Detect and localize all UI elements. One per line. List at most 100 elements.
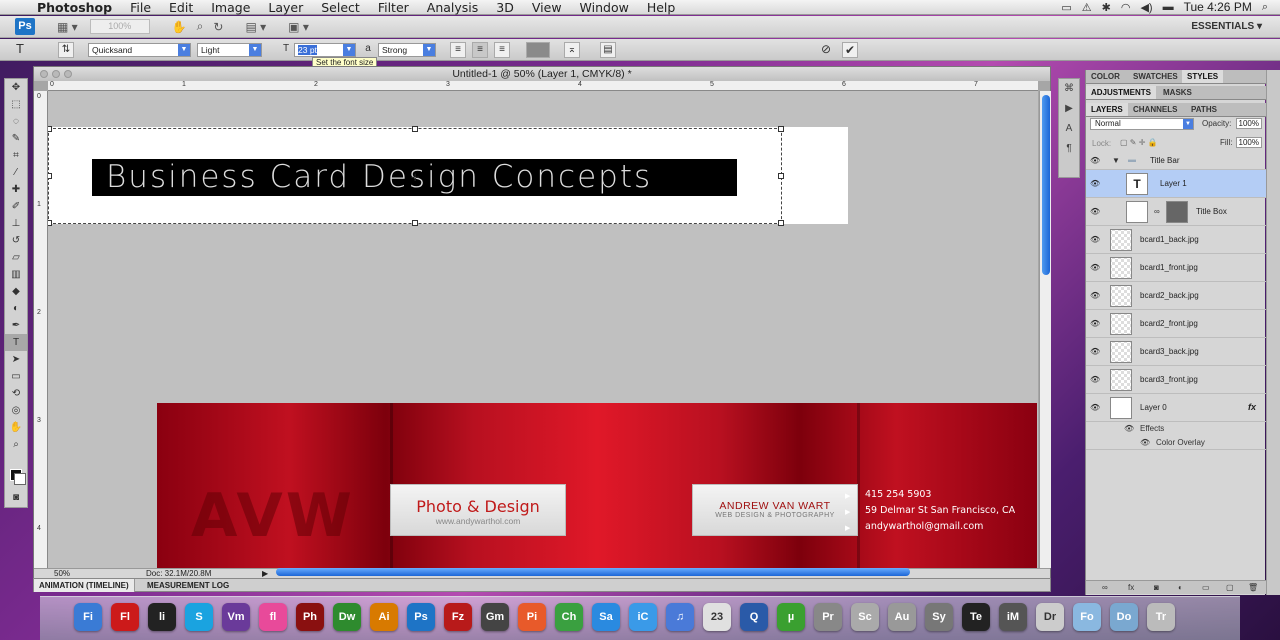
- layer-row[interactable]: 👁 bcard1_back.jpg: [1086, 226, 1266, 254]
- cancel-edits-icon[interactable]: ⊘: [818, 42, 834, 58]
- new-layer-icon[interactable]: ▢: [1226, 583, 1234, 592]
- menu-image[interactable]: Image: [202, 0, 259, 15]
- add-style-icon[interactable]: fx: [1128, 583, 1134, 592]
- transform-handle[interactable]: [412, 126, 418, 132]
- font-size-select[interactable]: 23 pt ▼: [294, 43, 356, 57]
- menu-select[interactable]: Select: [312, 0, 369, 15]
- commit-edits-icon[interactable]: ✔: [842, 42, 858, 58]
- automator-icon[interactable]: Au: [888, 603, 916, 631]
- adjustment-layer-icon[interactable]: ◐: [1178, 583, 1183, 592]
- horizontal-ruler[interactable]: 0 1 2 3 4 5 6 7: [48, 81, 1038, 91]
- live-icon[interactable]: li: [148, 603, 176, 631]
- quick-mask-icon[interactable]: ◙: [5, 489, 27, 506]
- brush-tool-icon[interactable]: ✐: [5, 198, 27, 215]
- tab-swatches[interactable]: SWATCHES: [1128, 70, 1183, 83]
- trash-icon[interactable]: Tr: [1147, 603, 1175, 631]
- eye-icon[interactable]: 👁: [1090, 179, 1102, 189]
- pinwheel-icon[interactable]: Pi: [518, 603, 546, 631]
- text-color-swatch[interactable]: [526, 42, 550, 58]
- system-prefs-icon[interactable]: Sy: [925, 603, 953, 631]
- filezilla-icon[interactable]: Fz: [444, 603, 472, 631]
- bluetooth-icon[interactable]: ✱: [1102, 1, 1111, 14]
- drive-icon[interactable]: Dr: [1036, 603, 1064, 631]
- transform-handle[interactable]: [48, 220, 52, 226]
- tab-color[interactable]: COLOR: [1086, 70, 1125, 83]
- eyedropper-tool-icon[interactable]: ⁄: [5, 164, 27, 181]
- 3d-rotate-tool-icon[interactable]: ⟲: [5, 385, 27, 402]
- transform-handle[interactable]: [778, 126, 784, 132]
- eye-icon[interactable]: 👁: [1140, 438, 1150, 447]
- battery-icon[interactable]: ▬: [1163, 1, 1174, 13]
- photo-booth-icon[interactable]: Ph: [296, 603, 324, 631]
- battery-status-icon[interactable]: ▭: [1061, 1, 1071, 14]
- transform-handle[interactable]: [48, 126, 52, 132]
- spotlight-search-icon[interactable]: ⌕: [1262, 1, 1268, 14]
- font-style-select[interactable]: Light ▼: [197, 43, 262, 57]
- eye-icon[interactable]: 👁: [1090, 263, 1102, 273]
- transform-bounding-box[interactable]: ✛: [48, 126, 784, 226]
- layer-row[interactable]: 👁 T Layer 1: [1086, 170, 1266, 198]
- ichat-icon[interactable]: iC: [629, 603, 657, 631]
- menu-3d[interactable]: 3D: [487, 0, 523, 15]
- pen-tool-icon[interactable]: ✒: [5, 317, 27, 334]
- 3d-orbit-tool-icon[interactable]: ◎: [5, 402, 27, 419]
- horizontal-scrollbar[interactable]: [260, 567, 1030, 577]
- quick-select-tool-icon[interactable]: ✎: [5, 130, 27, 147]
- calendar-icon[interactable]: 23: [703, 603, 731, 631]
- vmware-icon[interactable]: Vm: [222, 603, 250, 631]
- tab-measurement-log[interactable]: MEASUREMENT LOG: [142, 579, 234, 592]
- layer-row[interactable]: 👁 bcard2_back.jpg: [1086, 282, 1266, 310]
- vertical-ruler[interactable]: 0 1 2 3 4: [34, 91, 48, 568]
- volume-icon[interactable]: ◀): [1140, 1, 1152, 14]
- zoom-tool-icon[interactable]: ⌕: [197, 19, 204, 34]
- vertical-scrollbar[interactable]: [1039, 91, 1051, 568]
- illustrator-icon[interactable]: Ai: [370, 603, 398, 631]
- script-icon[interactable]: Sc: [851, 603, 879, 631]
- antialias-select[interactable]: Strong ▼: [378, 43, 436, 57]
- panel-scroll-strip[interactable]: [1266, 70, 1280, 595]
- tab-animation-timeline[interactable]: ANIMATION (TIMELINE): [34, 579, 135, 592]
- eye-icon[interactable]: 👁: [1090, 403, 1102, 413]
- crop-tool-icon[interactable]: ⌗: [5, 147, 27, 164]
- move-tool-icon[interactable]: ✥: [5, 79, 27, 96]
- type-tool-icon[interactable]: T: [5, 334, 27, 351]
- eye-icon[interactable]: 👁: [1090, 156, 1102, 166]
- screen-mode-icon[interactable]: ▣ ▾: [288, 20, 309, 34]
- link-icon[interactable]: ∞: [1154, 207, 1160, 216]
- background-color-swatch[interactable]: [14, 473, 26, 485]
- horizontal-scroll-thumb[interactable]: [276, 568, 910, 576]
- zoom-level-field[interactable]: 100%: [89, 19, 150, 34]
- paragraph-panel-icon[interactable]: ¶: [1059, 139, 1079, 159]
- eye-icon[interactable]: 👁: [1124, 424, 1134, 433]
- effects-row[interactable]: 👁 Effects: [1086, 422, 1266, 436]
- rotate-view-icon[interactable]: ↻: [213, 20, 223, 34]
- eraser-tool-icon[interactable]: ▱: [5, 249, 27, 266]
- character-panel-icon[interactable]: ▤: [600, 42, 616, 58]
- tab-adjustments[interactable]: ADJUSTMENTS: [1086, 86, 1157, 99]
- menu-file[interactable]: File: [121, 0, 160, 15]
- hand-tool-icon[interactable]: ✋: [172, 20, 187, 34]
- shape-tool-icon[interactable]: ▭: [5, 368, 27, 385]
- canvas[interactable]: Business Card Design Concepts ✛ AVW Phot…: [48, 91, 1038, 568]
- itunes-icon[interactable]: ♫: [666, 603, 694, 631]
- tab-masks[interactable]: MASKS: [1158, 86, 1197, 99]
- layer-row[interactable]: 👁 ∞ Title Box: [1086, 198, 1266, 226]
- history-brush-tool-icon[interactable]: ↺: [5, 232, 27, 249]
- transform-handle[interactable]: [412, 220, 418, 226]
- terminal-icon[interactable]: Te: [962, 603, 990, 631]
- transform-handle[interactable]: [48, 173, 52, 179]
- tab-channels[interactable]: CHANNELS: [1128, 103, 1182, 116]
- menu-layer[interactable]: Layer: [259, 0, 312, 15]
- delete-layer-icon[interactable]: 🗑: [1248, 583, 1258, 592]
- history-panel-icon[interactable]: ⌘: [1059, 79, 1079, 99]
- menu-analysis[interactable]: Analysis: [418, 0, 488, 15]
- layer-row[interactable]: 👁 ▼ ▬ Title Bar: [1086, 152, 1266, 170]
- downloads-icon[interactable]: Do: [1110, 603, 1138, 631]
- healing-brush-tool-icon[interactable]: ✚: [5, 181, 27, 198]
- dreamweaver-icon[interactable]: Dw: [333, 603, 361, 631]
- clone-stamp-tool-icon[interactable]: ⊥: [5, 215, 27, 232]
- hand-tool-icon[interactable]: ✋: [5, 419, 27, 436]
- layer-row[interactable]: 👁 Layer 0 fx: [1086, 394, 1266, 422]
- warning-icon[interactable]: ⚠: [1082, 1, 1092, 14]
- menu-help[interactable]: Help: [638, 0, 685, 15]
